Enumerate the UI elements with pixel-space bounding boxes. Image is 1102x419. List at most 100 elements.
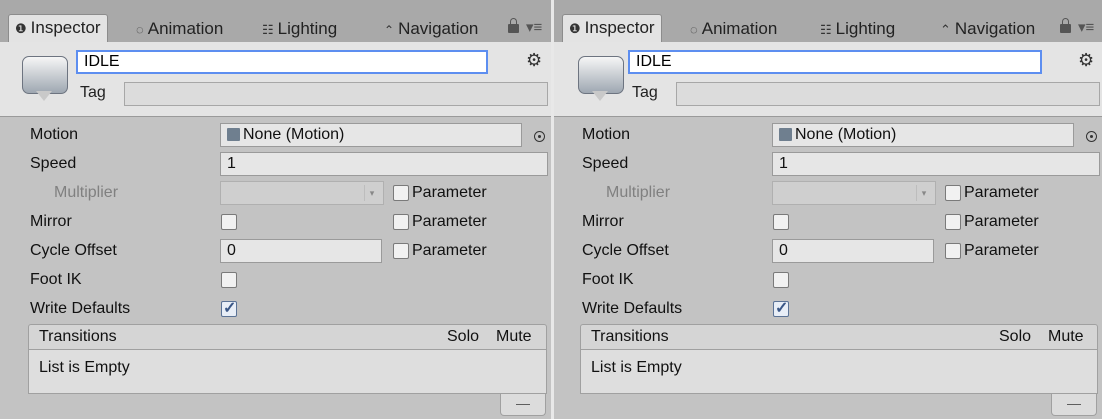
speed-field[interactable]: 1 (220, 152, 548, 176)
transitions-header: Transitions Solo Mute (580, 324, 1098, 350)
tab-bar: ❶ Inspector ◌ Animation ☷ Lighting ⌃ Navigat… (554, 0, 1102, 43)
navigation-icon: ⌃ (384, 23, 395, 37)
tab-lighting[interactable]: ☷ Lighting (262, 16, 337, 42)
animation-icon: ◌ (136, 22, 144, 37)
mirror-checkbox[interactable] (773, 214, 789, 230)
multiplier-select: ▾ (772, 181, 936, 205)
tab-navigation[interactable]: ⌃ Navigation (940, 16, 1035, 42)
state-name-input[interactable]: IDLE (76, 50, 488, 74)
parameter-label: Parameter (412, 184, 487, 201)
cycle-offset-parameter-checkbox[interactable] (945, 243, 961, 259)
state-properties: Motion None (Motion) Speed 1 Multiplier … (554, 117, 1102, 419)
info-icon: ❶ (569, 21, 581, 36)
gear-icon[interactable]: ⚙ (1078, 50, 1094, 71)
tab-label: Animation (701, 19, 778, 38)
multiplier-parameter-checkbox[interactable] (945, 185, 961, 201)
multiplier-select: ▾ (220, 181, 384, 205)
animation-icon: ◌ (690, 22, 698, 37)
tab-label: Navigation (398, 19, 479, 38)
checkmark-icon: ✓ (223, 300, 237, 317)
object-picker-icon[interactable] (534, 131, 545, 142)
remove-transition-button[interactable]: — (1051, 394, 1097, 416)
parameter-label: Parameter (412, 213, 487, 230)
state-properties: Motion None (Motion) Speed 1 Multiplier … (0, 117, 551, 419)
lighting-icon: ☷ (820, 22, 832, 37)
multiplier-parameter-checkbox[interactable] (393, 185, 409, 201)
panel-menu-icon[interactable]: ▾≡ (526, 18, 542, 36)
tag-label: Tag (632, 84, 658, 101)
solo-label: Solo (999, 328, 1032, 345)
navigation-icon: ⌃ (940, 22, 951, 37)
state-name-input[interactable]: IDLE (628, 50, 1042, 74)
write-defaults-label: Write Defaults (30, 300, 131, 317)
tab-label: Lighting (277, 19, 338, 38)
tag-field[interactable] (124, 82, 548, 106)
cycle-offset-label: Cycle Offset (30, 242, 117, 259)
multiplier-label: Multiplier (54, 184, 119, 201)
animation-clip-icon (779, 128, 792, 141)
parameter-label: Parameter (964, 242, 1039, 259)
transitions-title: Transitions (39, 328, 117, 345)
tab-label: Inspector (30, 18, 101, 37)
tab-navigation[interactable]: ⌃ Navigation (384, 16, 478, 42)
cycle-offset-field[interactable]: 0 (772, 239, 934, 263)
motion-value: None (Motion) (243, 126, 345, 143)
checkmark-icon: ✓ (775, 300, 789, 317)
lock-icon[interactable] (1060, 18, 1071, 33)
parameter-label: Parameter (412, 242, 487, 259)
tab-label: Inspector (584, 18, 655, 37)
transitions-list: List is Empty (28, 350, 547, 394)
remove-transition-button[interactable]: — (500, 394, 546, 416)
tab-inspector[interactable]: ❶ Inspector (562, 14, 662, 43)
tab-label: Animation (147, 19, 224, 38)
tag-field[interactable] (676, 82, 1100, 106)
mute-label: Mute (496, 328, 532, 345)
tag-label: Tag (80, 84, 106, 101)
tab-label: Lighting (835, 19, 896, 38)
transitions-title: Transitions (591, 328, 669, 345)
cycle-offset-field[interactable]: 0 (220, 239, 382, 263)
foot-ik-checkbox[interactable] (221, 272, 237, 288)
lighting-icon: ☷ (262, 22, 274, 37)
speed-field[interactable]: 1 (772, 152, 1100, 176)
parameter-label: Parameter (964, 184, 1039, 201)
state-header: IDLE ⚙ Tag (0, 42, 551, 117)
dropdown-arrow-icon: ▾ (364, 185, 379, 201)
write-defaults-label: Write Defaults (582, 300, 683, 317)
motion-field[interactable]: None (Motion) (772, 123, 1074, 147)
tab-bar: ❶ Inspector ◌ Animation ☷ Lighting ⌃ Navigat… (0, 0, 551, 43)
mirror-parameter-checkbox[interactable] (945, 214, 961, 230)
write-defaults-checkbox[interactable]: ✓ (221, 300, 237, 317)
panel-menu-icon[interactable]: ▾≡ (1078, 18, 1094, 36)
mirror-label: Mirror (582, 213, 624, 230)
multiplier-label: Multiplier (606, 184, 671, 201)
motion-label: Motion (582, 126, 631, 143)
foot-ik-checkbox[interactable] (773, 272, 789, 288)
info-icon: ❶ (15, 21, 27, 36)
object-picker-icon[interactable] (1086, 131, 1097, 142)
cycle-offset-parameter-checkbox[interactable] (393, 243, 409, 259)
dropdown-arrow-icon: ▾ (916, 185, 931, 201)
write-defaults-checkbox[interactable]: ✓ (773, 300, 789, 317)
tab-animation[interactable]: ◌ Animation (136, 16, 223, 42)
tab-animation[interactable]: ◌ Animation (690, 16, 777, 42)
foot-ik-label: Foot IK (582, 271, 634, 288)
motion-value: None (Motion) (795, 126, 897, 143)
empty-list-text: List is Empty (591, 359, 682, 376)
mirror-checkbox[interactable] (221, 214, 237, 230)
cycle-offset-label: Cycle Offset (582, 242, 669, 259)
mirror-label: Mirror (30, 213, 72, 230)
tab-lighting[interactable]: ☷ Lighting (820, 16, 895, 42)
transitions-list: List is Empty (580, 350, 1098, 394)
gear-icon[interactable]: ⚙ (526, 50, 542, 71)
mirror-parameter-checkbox[interactable] (393, 214, 409, 230)
state-icon (578, 56, 624, 101)
animation-clip-icon (227, 128, 240, 141)
mute-label: Mute (1048, 328, 1084, 345)
motion-field[interactable]: None (Motion) (220, 123, 522, 147)
tab-inspector[interactable]: ❶ Inspector (8, 14, 108, 43)
tab-label: Navigation (954, 19, 1036, 38)
lock-icon[interactable] (508, 18, 519, 33)
state-header: IDLE ⚙ Tag (554, 42, 1102, 117)
empty-list-text: List is Empty (39, 359, 130, 376)
